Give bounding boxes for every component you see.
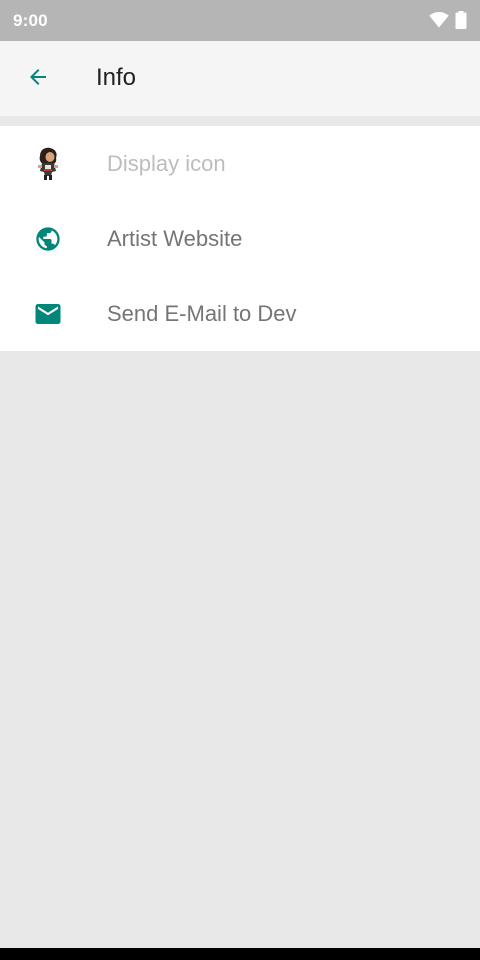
list-item-artist-website[interactable]: Artist Website: [0, 201, 480, 276]
back-button[interactable]: [14, 55, 62, 103]
globe-icon: [28, 219, 68, 259]
arrow-left-icon: [26, 65, 50, 94]
list-item-label: Send E-Mail to Dev: [107, 300, 297, 326]
page-title: Info: [96, 64, 137, 91]
list-item-label: Artist Website: [107, 225, 243, 251]
email-icon: [28, 294, 68, 334]
wifi-icon: [429, 12, 449, 28]
list-item-send-email[interactable]: Send E-Mail to Dev: [0, 276, 480, 351]
app-bar: Info: [0, 41, 480, 116]
screen: 9:00 Info Display icon Artist Website Se…: [0, 0, 480, 960]
character-avatar-icon: [28, 144, 68, 184]
list-item-label: Display icon: [107, 150, 226, 176]
navigation-bar: [0, 948, 480, 960]
info-list: Display icon Artist Website Send E-Mail …: [0, 126, 480, 351]
status-time: 9:00: [13, 11, 48, 30]
battery-icon: [455, 11, 467, 29]
status-bar: 9:00: [0, 0, 480, 41]
list-item-display-icon[interactable]: Display icon: [0, 126, 480, 201]
status-icons: [429, 11, 467, 29]
